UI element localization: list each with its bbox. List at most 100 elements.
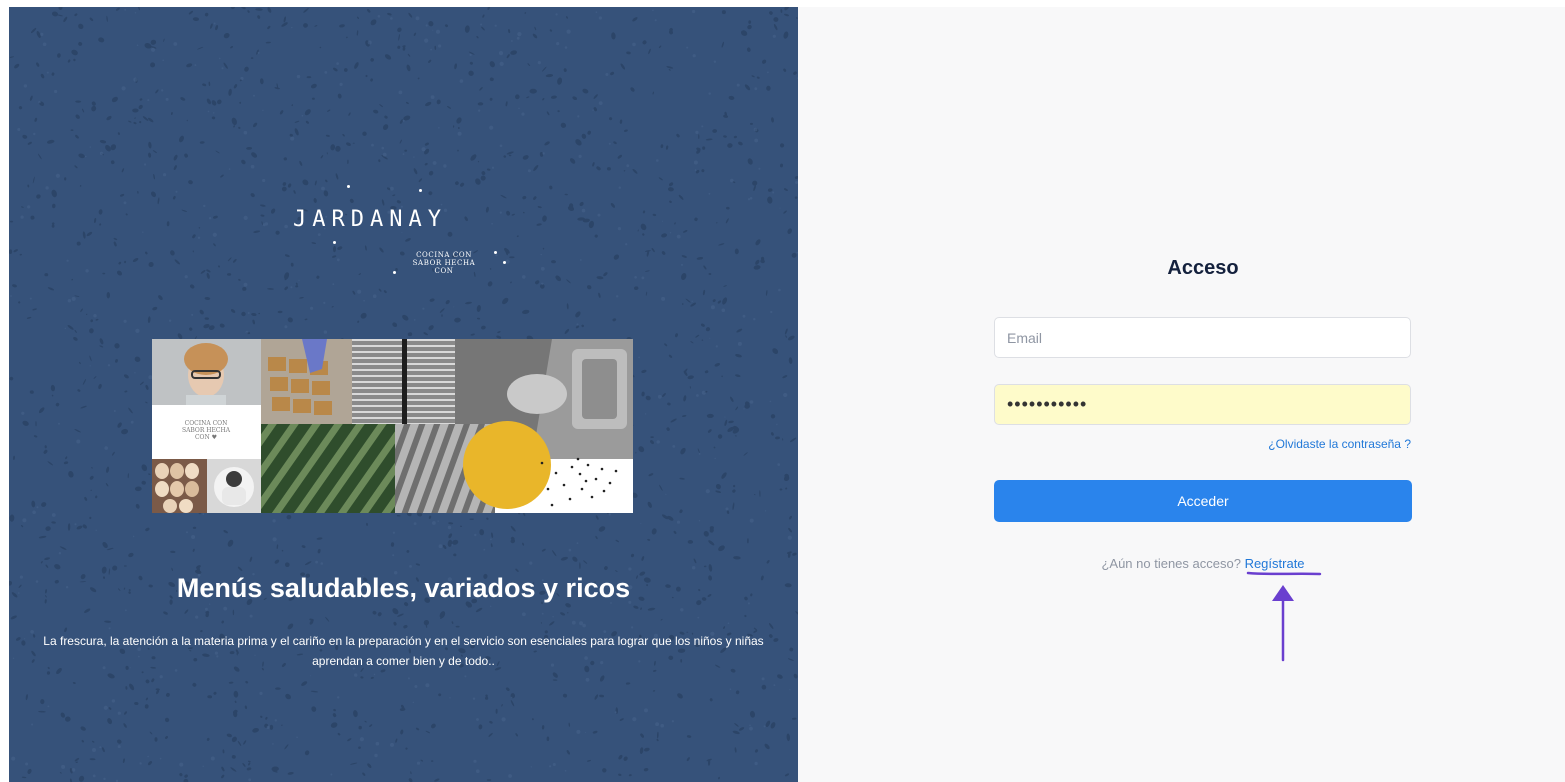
- speckle: [171, 567, 173, 572]
- speckle: [780, 9, 783, 13]
- speckle: [95, 495, 98, 499]
- speckle: [364, 720, 367, 723]
- speckle: [479, 529, 485, 536]
- speckle: [683, 395, 687, 402]
- speckle: [26, 316, 32, 319]
- speckle: [124, 8, 127, 11]
- speckle: [251, 312, 257, 317]
- speckle: [436, 99, 441, 105]
- speckle: [204, 296, 211, 301]
- speckle: [648, 48, 651, 55]
- speckle: [124, 260, 127, 264]
- speckle: [540, 253, 542, 256]
- speckle: [259, 204, 266, 207]
- speckle: [250, 164, 255, 169]
- speckle: [483, 548, 486, 551]
- speckle: [490, 605, 492, 607]
- speckle: [296, 736, 298, 739]
- speckle: [281, 186, 287, 192]
- speckle: [732, 489, 736, 493]
- arrow-up-icon: [1272, 585, 1294, 662]
- speckle: [499, 144, 503, 148]
- speckle: [102, 272, 106, 275]
- speckle: [245, 330, 249, 334]
- speckle: [596, 166, 601, 171]
- speckle: [650, 440, 654, 445]
- speckle: [75, 114, 80, 119]
- speckle: [314, 25, 318, 27]
- speckle: [510, 50, 517, 55]
- speckle: [701, 339, 704, 341]
- speckle: [223, 62, 228, 69]
- speckle: [414, 685, 418, 688]
- speckle: [470, 333, 475, 336]
- speckle: [157, 197, 160, 205]
- speckle: [123, 319, 127, 323]
- email-input[interactable]: [994, 317, 1411, 358]
- speckle: [78, 23, 84, 30]
- speckle: [708, 272, 712, 276]
- speckle: [564, 770, 567, 772]
- speckle: [132, 108, 139, 113]
- speckle: [788, 527, 792, 533]
- speckle: [733, 135, 737, 139]
- speckle: [382, 124, 389, 130]
- speckle: [542, 66, 547, 72]
- speckle: [599, 694, 605, 698]
- speckle: [283, 16, 286, 23]
- speckle: [696, 257, 704, 260]
- speckle: [425, 730, 431, 734]
- speckle: [147, 755, 149, 758]
- speckle: [613, 254, 620, 260]
- speckle: [241, 7, 246, 10]
- speckle: [482, 14, 485, 18]
- speckle: [564, 193, 568, 196]
- speckle: [40, 32, 44, 36]
- speckle: [375, 741, 380, 746]
- password-input[interactable]: [994, 384, 1411, 425]
- speckle: [717, 434, 723, 439]
- speckle: [110, 160, 115, 165]
- speckle: [11, 756, 16, 761]
- speckle: [695, 130, 699, 134]
- speckle: [296, 74, 301, 79]
- speckle: [32, 510, 36, 515]
- speckle: [481, 325, 486, 330]
- speckle: [205, 607, 208, 611]
- speckle: [9, 220, 14, 223]
- speckle: [141, 464, 148, 472]
- speckle: [310, 83, 317, 89]
- speckle: [64, 177, 67, 181]
- speckle: [642, 40, 647, 45]
- speckle: [425, 101, 432, 107]
- speckle: [243, 282, 248, 287]
- speckle: [529, 561, 533, 565]
- speckle: [661, 233, 668, 238]
- speckle: [691, 300, 693, 302]
- speckle: [647, 607, 656, 611]
- speckle: [764, 743, 770, 750]
- speckle: [718, 776, 720, 780]
- speckle: [123, 201, 127, 205]
- speckle: [656, 738, 659, 742]
- speckle: [47, 461, 54, 466]
- speckle: [161, 89, 164, 92]
- speckle: [38, 407, 45, 414]
- speckle: [792, 552, 797, 556]
- speckle: [179, 135, 184, 143]
- speckle: [38, 100, 41, 104]
- speckle: [90, 319, 94, 323]
- speckle: [133, 121, 137, 125]
- speckle: [275, 230, 280, 235]
- speckle: [718, 545, 725, 552]
- speckle: [249, 614, 253, 618]
- speckle: [448, 533, 453, 539]
- speckle: [737, 341, 742, 346]
- speckle: [228, 88, 232, 96]
- speckle: [114, 343, 120, 349]
- speckle: [64, 327, 66, 330]
- speckle: [602, 768, 607, 773]
- forgot-password-link[interactable]: ¿Olvidaste la contraseña ?: [994, 437, 1411, 451]
- speckle: [583, 560, 588, 564]
- login-button[interactable]: Acceder: [994, 480, 1412, 522]
